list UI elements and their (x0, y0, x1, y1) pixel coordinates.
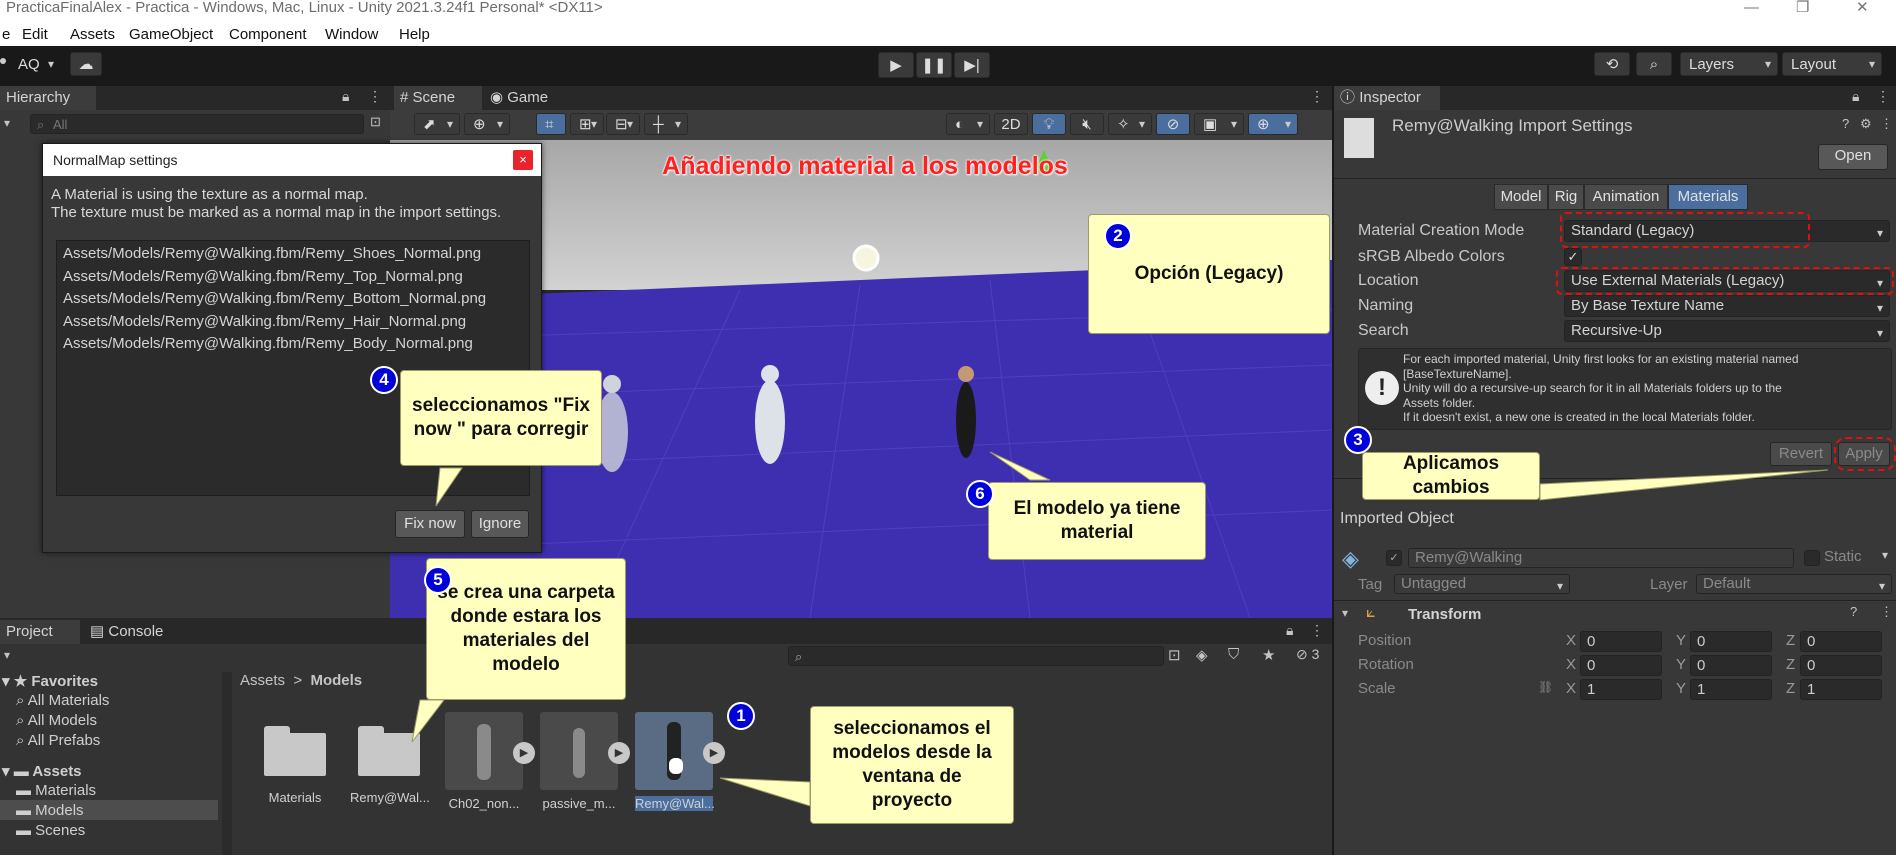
callout-1: seleccionamos el modelos desde la ventan… (810, 706, 1014, 824)
step-badge-2: 2 (1104, 222, 1132, 250)
step-badge-1: 1 (727, 702, 755, 730)
step-badge-3: 3 (1344, 426, 1372, 454)
callout-4: seleccionamos "Fix now " para corregir (400, 370, 602, 466)
callout-6: El modelo ya tiene material (988, 482, 1206, 560)
step-badge-6: 6 (966, 480, 994, 508)
callout-5: se crea una carpeta donde estara los mat… (426, 558, 626, 700)
step-badge-4: 4 (370, 366, 398, 394)
step-badge-5: 5 (424, 566, 452, 594)
callout-3: Aplicamos cambios (1362, 452, 1540, 500)
